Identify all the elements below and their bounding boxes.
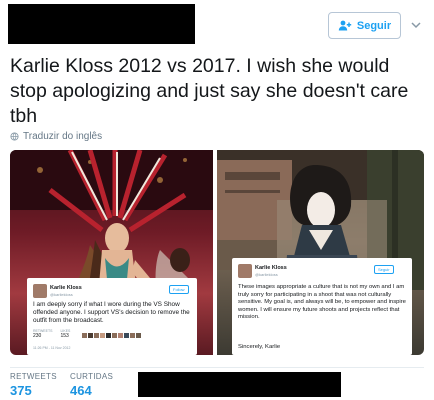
- card-retweets: RETWEETS 230: [33, 329, 53, 339]
- likes-count: 464: [70, 383, 92, 398]
- likes-label: CURTIDAS: [70, 372, 114, 381]
- translate-link[interactable]: Traduzir do inglês: [10, 131, 102, 142]
- likes-stat[interactable]: CURTIDAS 464: [70, 372, 113, 398]
- tweet-card-2017: Karlie Kloss @karliekloss Seguir These i…: [232, 258, 412, 355]
- card-author-handle: @karliekloss: [50, 292, 73, 297]
- card-body-text: I am deeply sorry if what I wore during …: [33, 301, 190, 324]
- chevron-down-icon[interactable]: [410, 19, 422, 31]
- card-author-name: Karlie Kloss: [255, 265, 287, 271]
- card-stats: RETWEETS 230 LIKES 153: [33, 329, 70, 339]
- card-signoff: Sincerely, Karlie: [238, 344, 281, 350]
- card-follow-button: Follow: [169, 285, 189, 294]
- card-follow-button: Seguir: [374, 265, 394, 274]
- tweet-media[interactable]: Karlie Kloss @karliekloss Follow I am de…: [10, 150, 424, 355]
- follow-button-label: Seguir: [356, 19, 392, 32]
- photo-2017[interactable]: Karlie Kloss @karliekloss Seguir These i…: [217, 150, 424, 355]
- retweets-label: RETWEETS: [10, 372, 57, 381]
- card-liker-avatars: [82, 333, 141, 338]
- tweet-stats-bar: RETWEETS 375 CURTIDAS 464: [10, 367, 424, 400]
- follow-button[interactable]: Seguir: [328, 12, 401, 39]
- card-body-text: These images appropriate a culture that …: [238, 284, 406, 321]
- redacted-user-header: [8, 4, 195, 44]
- globe-icon: [10, 132, 19, 141]
- photo-2012[interactable]: Karlie Kloss @karliekloss Follow I am de…: [10, 150, 213, 355]
- redacted-likers-avatars: [138, 372, 341, 397]
- tweet-text: Karlie Kloss 2012 vs 2017. I wish she wo…: [10, 55, 409, 127]
- add-user-icon: [338, 20, 352, 31]
- card-author-name: Karlie Kloss: [50, 285, 82, 291]
- translate-label: Traduzir do inglês: [23, 131, 103, 142]
- card-author-handle: @karliekloss: [255, 272, 278, 277]
- retweets-count: 375: [10, 383, 32, 398]
- card-likes: LIKES 153: [60, 329, 71, 339]
- tweet-card-2012: Karlie Kloss @karliekloss Follow I am de…: [27, 278, 197, 355]
- avatar: [33, 284, 47, 298]
- retweets-stat[interactable]: RETWEETS 375: [10, 372, 57, 398]
- card-date: 11:26 PM - 11 Nov 2012: [33, 346, 71, 350]
- avatar: [238, 264, 252, 278]
